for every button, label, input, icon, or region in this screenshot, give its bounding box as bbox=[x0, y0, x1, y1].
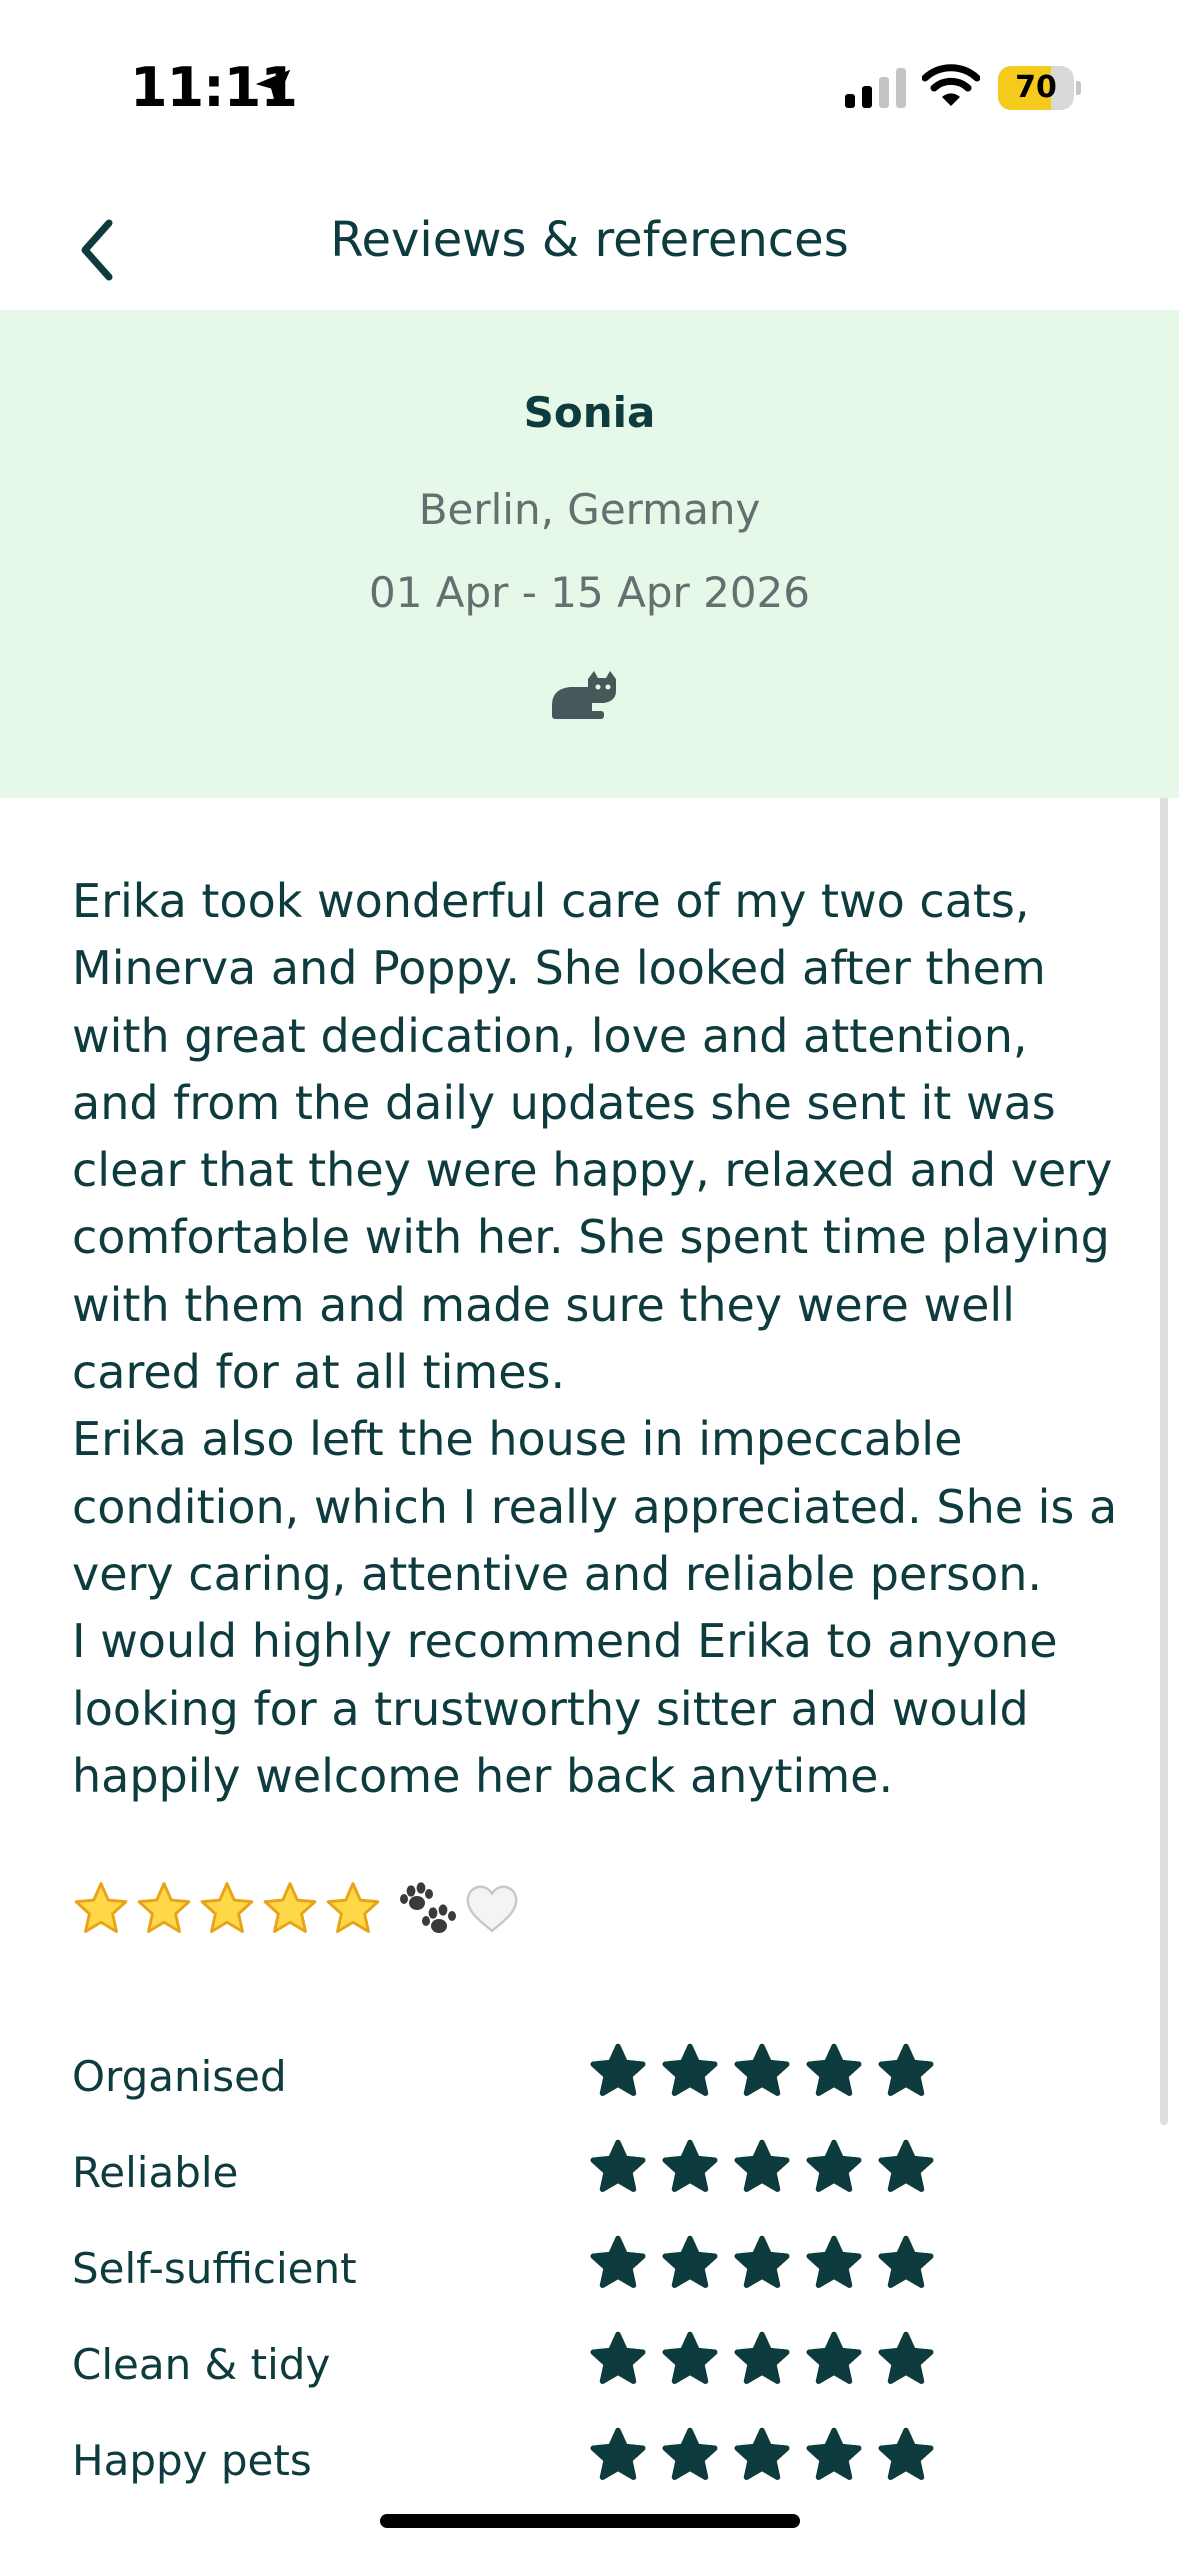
star-filled-icon bbox=[806, 2043, 862, 2096]
star-filled-icon bbox=[878, 2331, 934, 2384]
reviewer-location: Berlin, Germany bbox=[418, 485, 761, 534]
star-filled-icon bbox=[662, 2139, 718, 2192]
location-arrow-icon bbox=[255, 69, 291, 105]
rating-stars bbox=[588, 2330, 948, 2390]
wifi-icon bbox=[922, 64, 980, 106]
rating-stars bbox=[588, 2042, 948, 2102]
rating-row-self-sufficient: Self-sufficient bbox=[0, 2222, 1179, 2318]
rating-row-reliable: Reliable bbox=[0, 2126, 1179, 2222]
status-bar: 11:11 70 bbox=[0, 0, 1179, 160]
star-filled-icon bbox=[734, 2043, 790, 2096]
star-filled-icon bbox=[590, 2331, 646, 2384]
rating-label: Organised bbox=[72, 2052, 287, 2101]
star-filled-icon bbox=[878, 2427, 934, 2480]
star-filled-icon bbox=[662, 2427, 718, 2480]
rating-row-happy-pets: Happy pets bbox=[0, 2414, 1179, 2510]
review-text: Erika took wonderful care of my two cats… bbox=[72, 874, 1118, 1803]
star-filled-icon bbox=[878, 2235, 934, 2288]
star-emoji-icon bbox=[137, 1882, 191, 1933]
nav-bar: Reviews & references bbox=[0, 160, 1179, 310]
star-filled-icon bbox=[590, 2235, 646, 2288]
battery-indicator: 70 bbox=[998, 66, 1081, 110]
reviewer-header: Sonia Berlin, Germany 01 Apr - 15 Apr 20… bbox=[0, 310, 1179, 798]
review-emoji-row bbox=[72, 1878, 521, 1940]
cat-icon bbox=[552, 671, 616, 719]
star-filled-icon bbox=[734, 2235, 790, 2288]
star-filled-icon bbox=[878, 2139, 934, 2192]
star-filled-icon bbox=[806, 2139, 862, 2192]
star-filled-icon bbox=[806, 2427, 862, 2480]
rating-row-clean-tidy: Clean & tidy bbox=[0, 2318, 1179, 2414]
star-filled-icon bbox=[590, 2139, 646, 2192]
star-filled-icon bbox=[662, 2235, 718, 2288]
rating-stars bbox=[588, 2234, 948, 2294]
star-filled-icon bbox=[734, 2427, 790, 2480]
star-emoji-icon bbox=[74, 1882, 128, 1933]
star-filled-icon bbox=[590, 2043, 646, 2096]
star-filled-icon bbox=[734, 2139, 790, 2192]
star-filled-icon bbox=[734, 2331, 790, 2384]
rating-row-organised: Organised bbox=[0, 2030, 1179, 2126]
paw-prints-icon bbox=[400, 1882, 456, 1933]
rating-stars bbox=[588, 2138, 948, 2198]
star-filled-icon bbox=[590, 2427, 646, 2480]
review-detail-screen: 11:11 70 Reviews & references Sonia Berl… bbox=[0, 0, 1179, 2556]
star-filled-icon bbox=[662, 2043, 718, 2096]
rating-label: Self-sufficient bbox=[72, 2244, 357, 2293]
rating-label: Happy pets bbox=[72, 2436, 312, 2485]
star-filled-icon bbox=[806, 2331, 862, 2384]
star-emoji-icon bbox=[200, 1882, 254, 1933]
reviewer-name: Sonia bbox=[523, 388, 656, 437]
rating-label: Reliable bbox=[72, 2148, 239, 2197]
star-filled-icon bbox=[806, 2235, 862, 2288]
battery-percent: 70 bbox=[1015, 70, 1057, 105]
white-heart-icon bbox=[466, 1885, 518, 1933]
star-filled-icon bbox=[878, 2043, 934, 2096]
rating-stars bbox=[588, 2426, 948, 2486]
rating-label: Clean & tidy bbox=[72, 2340, 331, 2389]
star-filled-icon bbox=[662, 2331, 718, 2384]
cellular-signal-icon bbox=[845, 68, 906, 108]
sit-dates: 01 Apr - 15 Apr 2026 bbox=[369, 568, 810, 617]
home-indicator[interactable] bbox=[380, 2514, 800, 2528]
star-emoji-icon bbox=[326, 1882, 380, 1933]
star-emoji-icon bbox=[263, 1882, 317, 1933]
page-title: Reviews & references bbox=[330, 212, 849, 268]
